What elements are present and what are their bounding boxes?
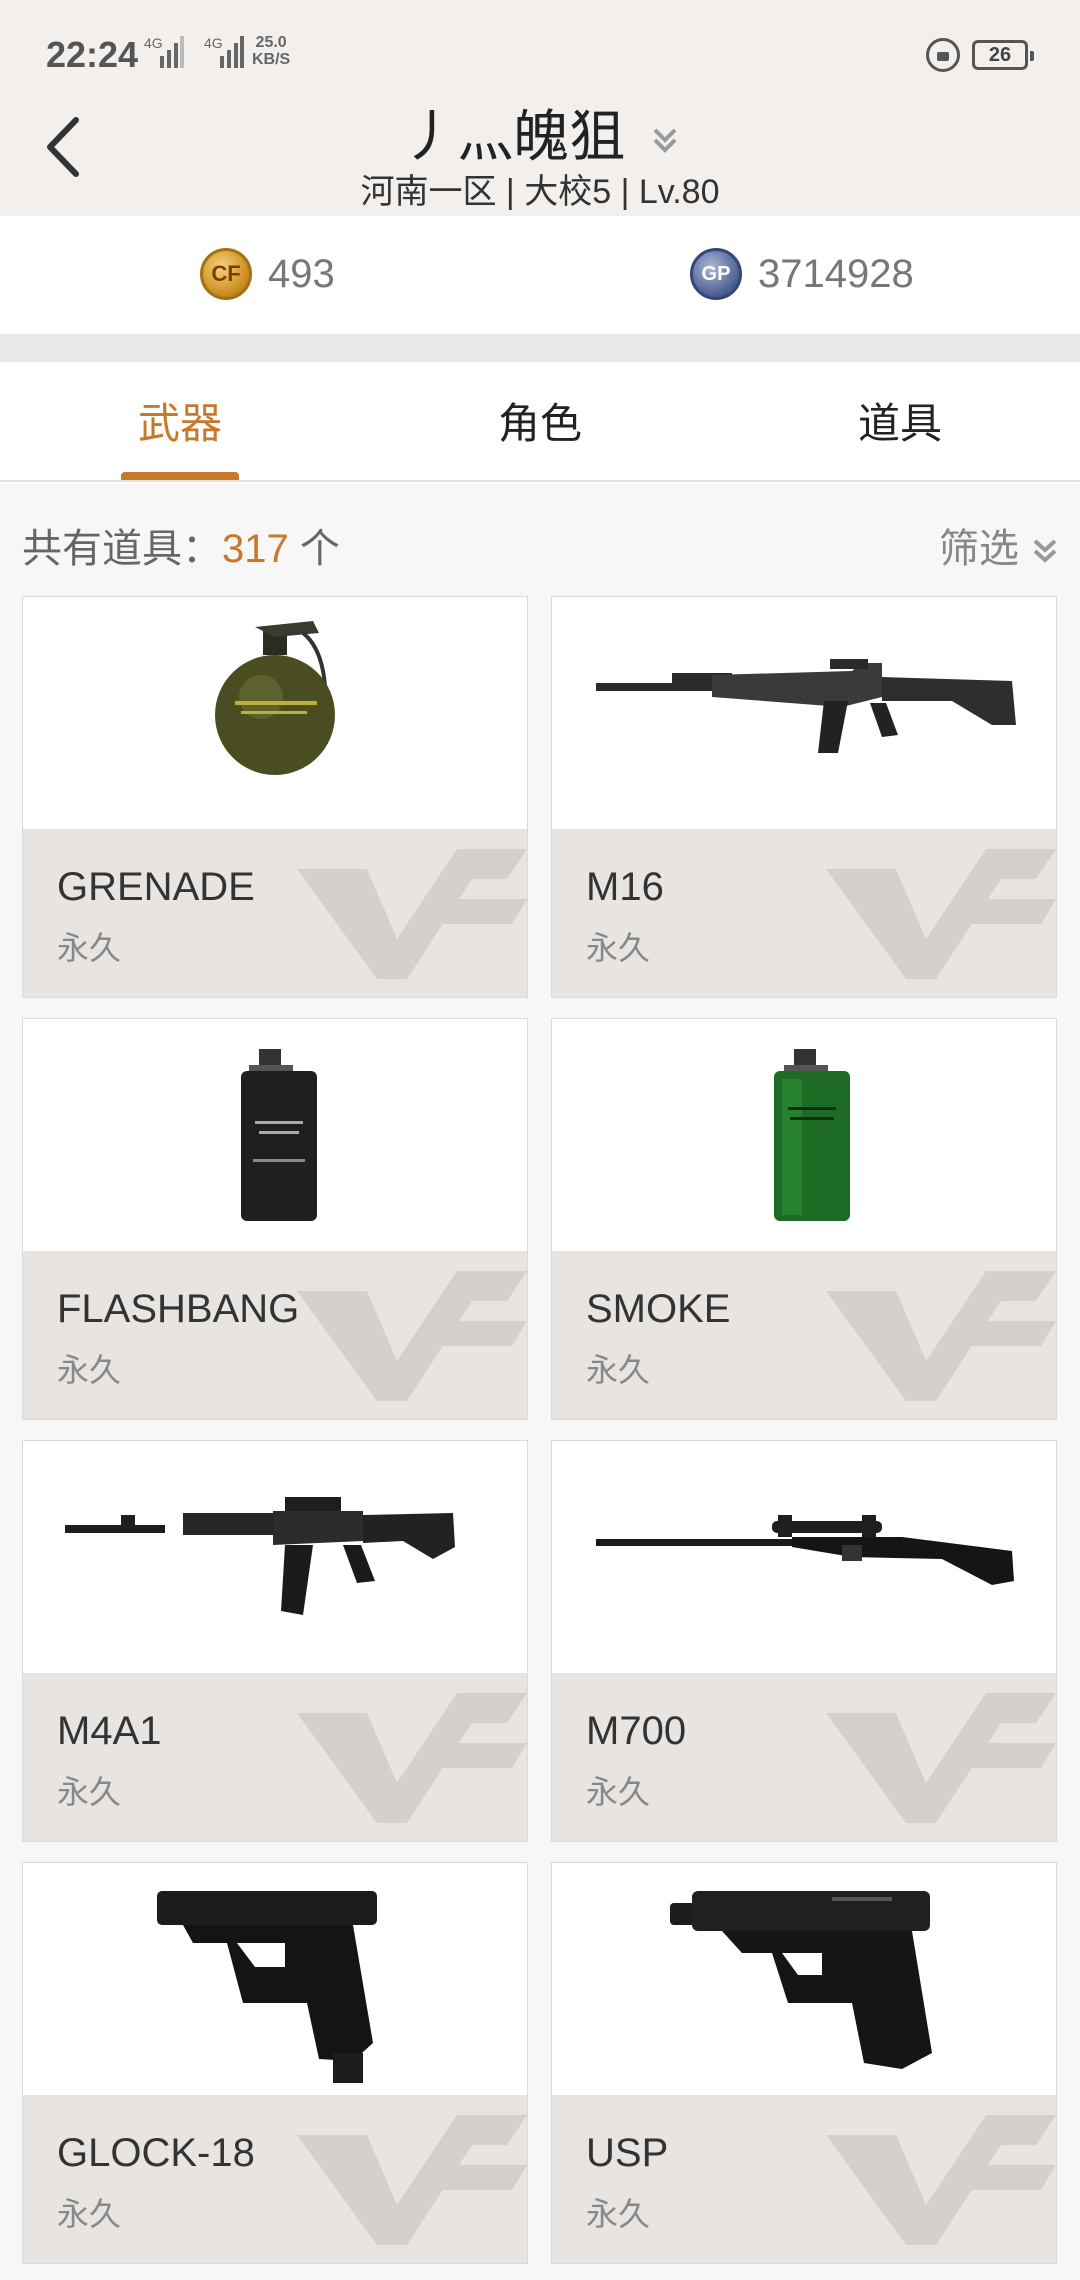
pistol-icon (157, 1891, 377, 2083)
tab-characters[interactable]: 角色 (360, 362, 720, 482)
chevron-down-icon[interactable] (651, 126, 679, 156)
item-image (552, 1441, 1056, 1673)
cf-watermark-icon (826, 2115, 1056, 2245)
item-info: GRENADE 永久 (23, 829, 527, 997)
item-duration: 永久 (57, 1774, 122, 1810)
signal-icon (220, 36, 244, 68)
item-duration: 永久 (586, 1774, 651, 1810)
player-info: 河南一区 | 大校5 | Lv.80 (360, 173, 720, 211)
cf-watermark-icon (297, 849, 527, 979)
item-info: SMOKE 永久 (552, 1251, 1056, 1419)
gp-points: GP 3714928 (690, 246, 914, 302)
item-duration: 永久 (586, 930, 651, 966)
item-name: M4A1 (57, 1709, 162, 1753)
status-time: 22:24 (46, 34, 139, 75)
flashbang-icon (241, 1049, 317, 1221)
tab-weapons[interactable]: 武器 (0, 362, 360, 482)
item-name: GRENADE (57, 865, 255, 909)
cf-watermark-icon (297, 1271, 527, 1401)
net-speed-unit: KB/S (252, 51, 291, 68)
gp-coin-icon: GP (690, 248, 742, 300)
item-image (23, 597, 527, 829)
item-name: FLASHBANG (57, 1287, 300, 1331)
item-duration: 永久 (57, 930, 122, 966)
header: 22:24 4G 4G 25.0 KB/S 26 丿灬魄狙 河南一区 | 大校5… (0, 0, 1080, 216)
pistol-icon (670, 1891, 932, 2069)
divider (0, 334, 1080, 362)
item-image (23, 1019, 527, 1251)
item-duration: 永久 (57, 2196, 122, 2232)
currency-bar: CF 493 GP 3714928 (0, 216, 1080, 334)
item-image (23, 1441, 527, 1673)
item-name: GLOCK-18 (57, 2131, 255, 2175)
item-image (552, 1863, 1056, 2095)
filter-label: 筛选 (938, 527, 1019, 571)
count-suffix: 个 (288, 527, 340, 571)
grenade-icon (215, 621, 335, 775)
item-card[interactable]: SMOKE 永久 (551, 1018, 1057, 1420)
battery-icon: 26 (972, 40, 1034, 70)
item-info: FLASHBANG 永久 (23, 1251, 527, 1419)
item-name: M16 (586, 865, 664, 909)
signal-icon (160, 36, 184, 68)
item-card[interactable]: GLOCK-18 永久 (22, 1862, 528, 2264)
smoke-grenade-icon (774, 1049, 850, 1221)
item-info: M16 永久 (552, 829, 1056, 997)
item-info: M700 永久 (552, 1673, 1056, 1841)
cf-watermark-icon (826, 1693, 1056, 1823)
page-title[interactable]: 丿灬魄狙 (0, 92, 1080, 173)
count-row: 共有道具：317 个 筛选 (0, 484, 1080, 594)
player-name: 丿灬魄狙 (401, 105, 626, 168)
net-speed: 25.0 KB/S (252, 34, 290, 68)
item-image (552, 597, 1056, 829)
item-info: USP 永久 (552, 2095, 1056, 2263)
chevron-down-icon (1033, 539, 1057, 564)
item-duration: 永久 (586, 1352, 651, 1388)
tab-props[interactable]: 道具 (720, 362, 1080, 482)
cf-watermark-icon (826, 1271, 1056, 1401)
item-duration: 永久 (586, 2196, 651, 2232)
item-name: USP (586, 2131, 669, 2175)
count-prefix: 共有道具： (22, 527, 222, 571)
item-card[interactable]: GRENADE 永久 (22, 596, 528, 998)
item-card[interactable]: USP 永久 (551, 1862, 1057, 2264)
filter-button[interactable]: 筛选 (939, 516, 1058, 574)
item-card[interactable]: M4A1 永久 (22, 1440, 528, 1842)
cf-points-value: 493 (268, 251, 335, 296)
sniper-rifle-icon (596, 1515, 1014, 1585)
item-card[interactable]: M700 永久 (551, 1440, 1057, 1842)
cf-watermark-icon (297, 1693, 527, 1823)
item-name: SMOKE (586, 1287, 731, 1331)
rifle-icon (596, 659, 1016, 753)
item-image (23, 1863, 527, 2095)
item-grid: GRENADE 永久 M16 永久 FLASHBANG 永久 SMOKE 永久 … (0, 594, 1080, 2280)
gp-points-value: 3714928 (758, 251, 914, 296)
count-number: 317 (222, 527, 289, 571)
item-name: M700 (586, 1709, 687, 1753)
cf-watermark-icon (826, 849, 1056, 979)
item-card[interactable]: FLASHBANG 永久 (22, 1018, 528, 1420)
net-speed-value: 25.0 (255, 34, 287, 51)
item-image (552, 1019, 1056, 1251)
item-info: M4A1 永久 (23, 1673, 527, 1841)
tab-bar: 武器 角色 道具 (0, 362, 1080, 482)
item-info: GLOCK-18 永久 (23, 2095, 527, 2263)
item-count: 共有道具：317 个 (22, 516, 340, 574)
cf-watermark-icon (297, 2115, 527, 2245)
rotation-lock-icon (926, 38, 960, 72)
tab-indicator (121, 472, 239, 480)
item-duration: 永久 (57, 1352, 122, 1388)
item-card[interactable]: M16 永久 (551, 596, 1057, 998)
cf-points: CF 493 (200, 246, 335, 302)
carbine-icon (65, 1497, 455, 1615)
status-bar: 22:24 4G 4G 25.0 KB/S 26 (0, 0, 1080, 100)
cf-coin-icon: CF (200, 248, 252, 300)
